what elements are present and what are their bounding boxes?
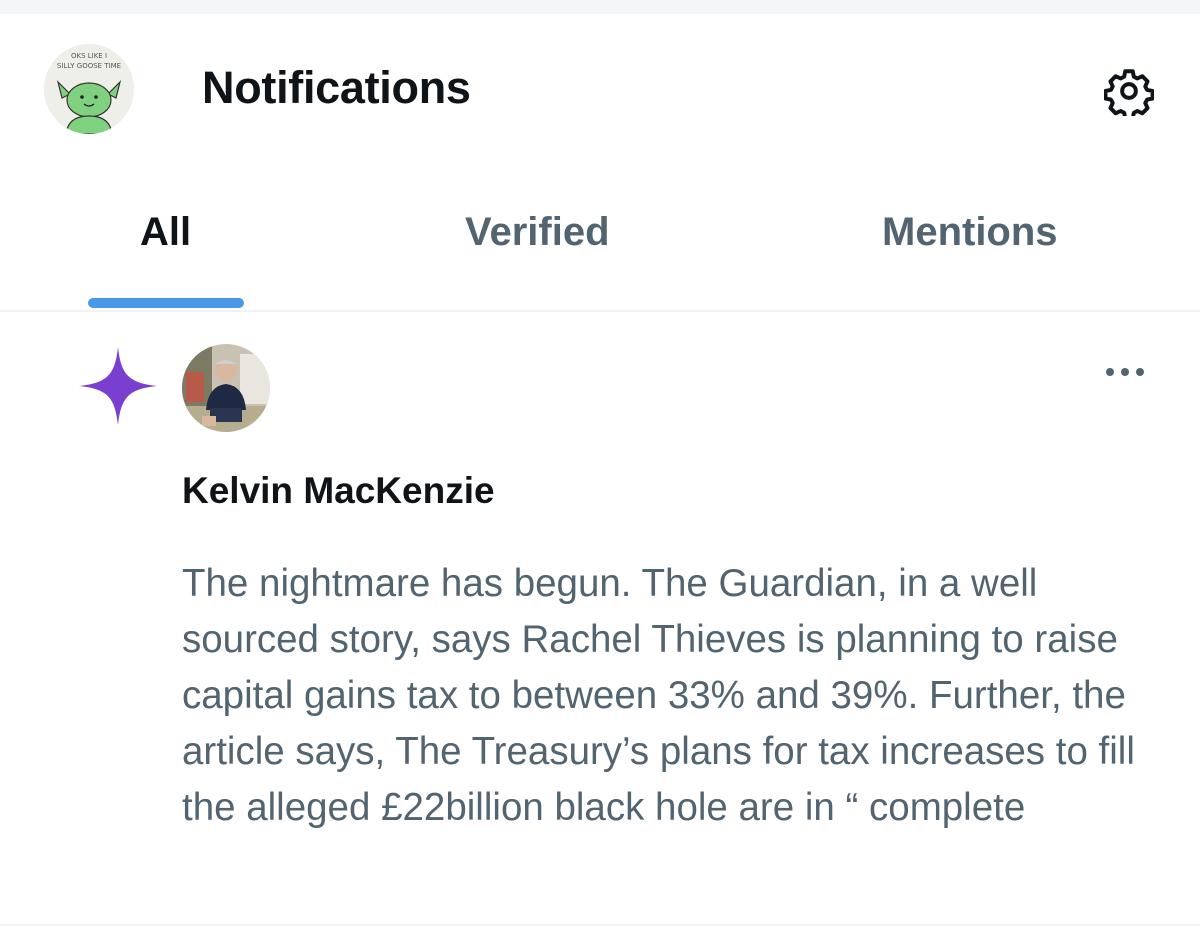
page-title: Notifications [202,62,471,113]
tab-mentions[interactable]: Mentions [850,164,1100,310]
tab-verified-label: Verified [465,210,610,254]
tab-mentions-label: Mentions [882,210,1058,254]
account-avatar[interactable]: OKS LIKE I SILLY GOOSE TIME [44,44,134,134]
silly-goose-avatar-icon: OKS LIKE I SILLY GOOSE TIME [44,44,134,134]
notifications-header: OKS LIKE I SILLY GOOSE TIME Notification… [0,14,1200,164]
author-avatar[interactable] [182,344,270,432]
avatar-caption-line2: SILLY GOOSE TIME [57,62,121,70]
avatar-caption-line1: OKS LIKE I [71,52,107,60]
tab-all-label: All [140,210,192,254]
top-status-strip [0,0,1200,14]
tab-all[interactable]: All [88,164,244,310]
tab-verified[interactable]: Verified [420,164,660,310]
active-tab-indicator [88,298,244,308]
notification-tabs: All Verified Mentions [0,164,1200,312]
sparkle-icon [79,347,157,425]
author-photo-icon [182,344,270,432]
settings-button[interactable] [1100,62,1158,120]
notification-item[interactable]: Kelvin MacKenzie The nightmare has begun… [0,312,1200,926]
more-options-button[interactable] [1100,352,1150,392]
notification-text: The nightmare has begun. The Guardian, i… [182,562,1135,829]
more-options-icon [1106,368,1144,376]
gear-icon [1104,69,1154,116]
author-name[interactable]: Kelvin MacKenzie [182,470,495,512]
